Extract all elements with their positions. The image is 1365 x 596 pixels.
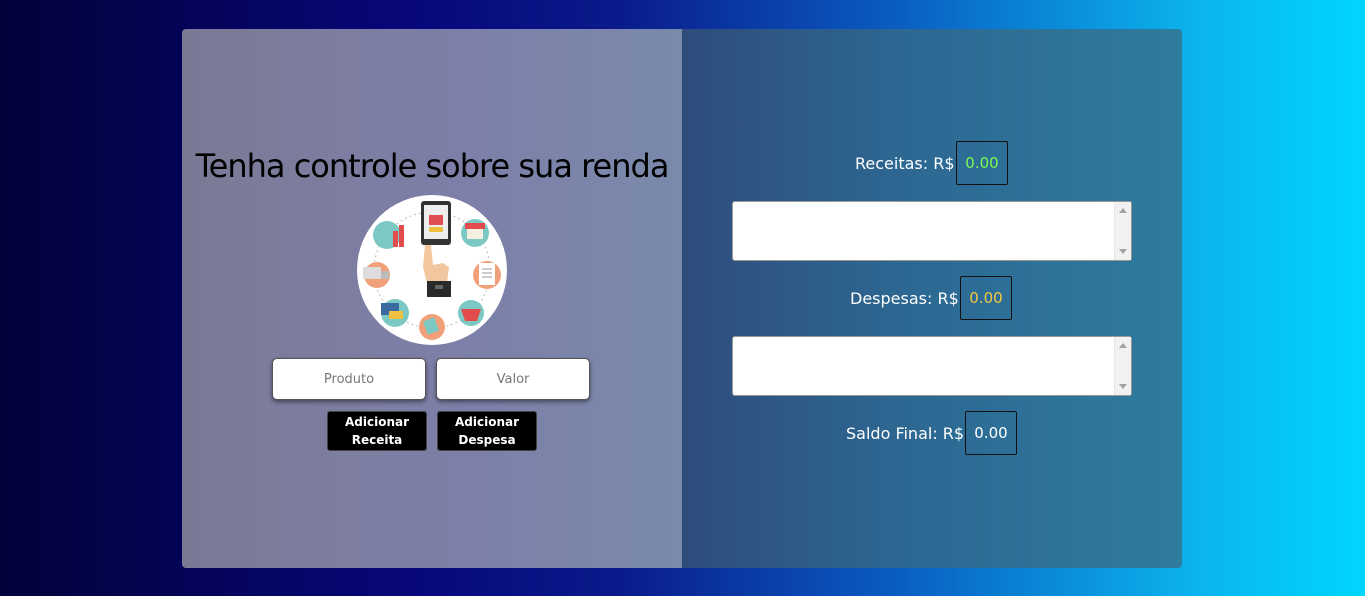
- right-panel: Receitas: R$ 0.00 Despesas: R$ 0.00 Sald…: [682, 29, 1182, 568]
- value-input[interactable]: Valor: [436, 358, 590, 400]
- product-input[interactable]: Produto: [272, 358, 426, 400]
- scroll-down-icon[interactable]: [1119, 249, 1127, 254]
- income-label: Receitas: R$: [855, 154, 955, 173]
- income-list-scrollbar[interactable]: [1114, 202, 1131, 260]
- expense-value: 0.00: [960, 276, 1012, 320]
- income-value: 0.00: [956, 141, 1008, 185]
- balance-value: 0.00: [965, 411, 1017, 455]
- left-panel: Tenha controle sobre sua renda Produto V…: [182, 29, 682, 568]
- balance-label: Saldo Final: R$: [846, 424, 965, 443]
- expense-list-textarea[interactable]: [732, 336, 1132, 396]
- scroll-down-icon[interactable]: [1119, 384, 1127, 389]
- page-title: Tenha controle sobre sua renda: [195, 147, 670, 185]
- add-expense-button[interactable]: Adicionar Despesa: [437, 411, 537, 451]
- main-card: Tenha controle sobre sua renda Produto V…: [182, 29, 1182, 568]
- scroll-up-icon[interactable]: [1119, 208, 1127, 213]
- add-expense-label: Adicionar Despesa: [454, 415, 520, 447]
- expense-label: Despesas: R$: [850, 289, 959, 308]
- income-list-textarea[interactable]: [732, 201, 1132, 261]
- scroll-up-icon[interactable]: [1119, 343, 1127, 348]
- add-income-label: Adicionar Receita: [344, 415, 410, 447]
- add-income-button[interactable]: Adicionar Receita: [327, 411, 427, 451]
- shopping-circle-illustration-icon: [357, 195, 507, 345]
- expense-list-scrollbar[interactable]: [1114, 337, 1131, 395]
